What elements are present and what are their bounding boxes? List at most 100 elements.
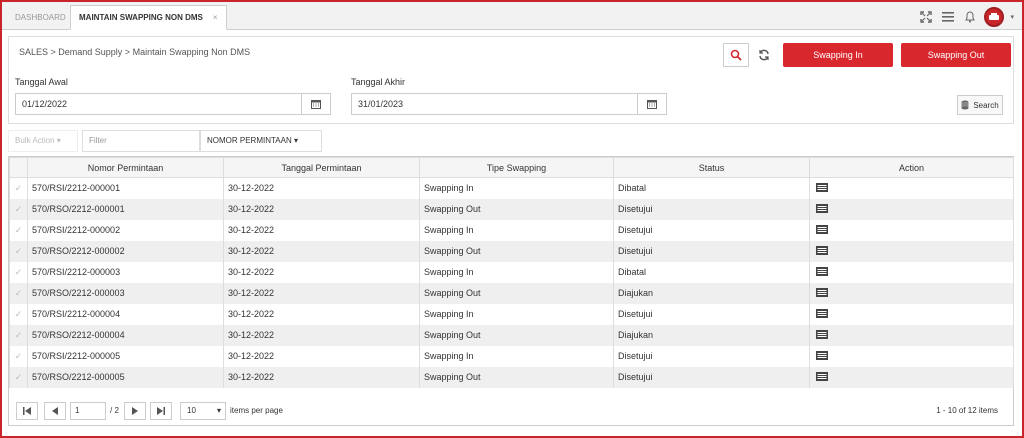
cell-tipe: Swapping In bbox=[419, 219, 614, 241]
chevron-down-icon[interactable]: ▾ bbox=[1010, 13, 1014, 21]
row-checkbox[interactable]: ✓ bbox=[9, 261, 28, 283]
column-header-tipe[interactable]: Tipe Swapping bbox=[419, 157, 614, 178]
table-row[interactable]: ✓ 570/RSO/2212-000002 30-12-2022 Swapping O… bbox=[9, 240, 1014, 262]
per-page-select[interactable]: 10 ▾ bbox=[180, 402, 226, 420]
row-action[interactable] bbox=[809, 324, 1014, 346]
cell-status: Disetujui bbox=[613, 240, 810, 262]
list-detail-icon[interactable] bbox=[816, 371, 828, 381]
cell-nomor: 570/RSI/2212-000004 bbox=[27, 303, 224, 325]
row-checkbox[interactable]: ✓ bbox=[9, 345, 28, 367]
end-date-input[interactable]: 31/01/2023 bbox=[351, 93, 639, 115]
row-action[interactable] bbox=[809, 177, 1014, 199]
last-page-button[interactable] bbox=[150, 402, 172, 420]
next-page-icon bbox=[132, 407, 138, 415]
cell-status: Disetujui bbox=[613, 345, 810, 367]
chevron-down-icon: ▾ bbox=[216, 406, 221, 415]
list-detail-icon[interactable] bbox=[816, 245, 828, 255]
items-summary: 1 - 10 of 12 items bbox=[936, 406, 998, 415]
table-row[interactable]: ✓ 570/RSO/2212-000004 30-12-2022 Swapping O… bbox=[9, 324, 1014, 346]
data-grid: Nomor Permintaan Tanggal Permintaan Tipe… bbox=[8, 156, 1014, 426]
list-detail-icon[interactable] bbox=[816, 308, 828, 318]
hamburger-icon[interactable] bbox=[940, 9, 956, 25]
prev-page-button[interactable] bbox=[44, 402, 66, 420]
end-date-label: Tanggal Akhir bbox=[351, 77, 406, 87]
row-checkbox[interactable]: ✓ bbox=[9, 198, 28, 220]
list-detail-icon[interactable] bbox=[816, 350, 828, 360]
cell-status: Diajukan bbox=[613, 282, 810, 304]
bell-icon[interactable] bbox=[962, 9, 978, 25]
search-submit-button[interactable]: Search bbox=[957, 95, 1003, 115]
next-page-button[interactable] bbox=[124, 402, 146, 420]
cell-tanggal: 30-12-2022 bbox=[223, 198, 420, 220]
cell-tipe: Swapping In bbox=[419, 345, 614, 367]
row-action[interactable] bbox=[809, 366, 1014, 388]
tab-maintain-swapping[interactable]: MAINTAIN SWAPPING NON DMS × bbox=[70, 5, 227, 30]
first-page-button[interactable] bbox=[16, 402, 38, 420]
top-icons: ▾ bbox=[918, 7, 1014, 27]
swapping-out-button[interactable]: Swapping Out bbox=[901, 43, 1011, 67]
swapping-in-button[interactable]: Swapping In bbox=[783, 43, 893, 67]
first-page-icon bbox=[23, 407, 31, 415]
list-detail-icon[interactable] bbox=[816, 224, 828, 234]
calendar-icon bbox=[647, 100, 657, 109]
list-detail-icon[interactable] bbox=[816, 329, 828, 339]
breadcrumb: SALES > Demand Supply > Maintain Swappin… bbox=[19, 47, 251, 57]
column-header-tanggal[interactable]: Tanggal Permintaan bbox=[223, 157, 420, 178]
row-action[interactable] bbox=[809, 219, 1014, 241]
row-checkbox[interactable]: ✓ bbox=[9, 177, 28, 199]
cell-tipe: Swapping Out bbox=[419, 240, 614, 262]
row-action[interactable] bbox=[809, 261, 1014, 283]
filter-field-dropdown[interactable]: NOMOR PERMINTAAN ▾ bbox=[200, 130, 322, 152]
filter-panel: SALES > Demand Supply > Maintain Swappin… bbox=[8, 36, 1014, 124]
cell-tipe: Swapping Out bbox=[419, 324, 614, 346]
avatar[interactable] bbox=[984, 7, 1005, 27]
database-search-icon bbox=[961, 100, 969, 110]
row-action[interactable] bbox=[809, 198, 1014, 220]
page-number-input[interactable]: 1 bbox=[70, 402, 106, 420]
list-detail-icon[interactable] bbox=[816, 266, 828, 276]
cell-tipe: Swapping In bbox=[419, 177, 614, 199]
row-action[interactable] bbox=[809, 345, 1014, 367]
end-date-calendar-button[interactable] bbox=[637, 93, 667, 115]
cell-nomor: 570/RSO/2212-000005 bbox=[27, 366, 224, 388]
row-checkbox[interactable]: ✓ bbox=[9, 366, 28, 388]
list-detail-icon[interactable] bbox=[816, 182, 828, 192]
list-detail-icon[interactable] bbox=[816, 203, 828, 213]
column-header-action: Action bbox=[809, 157, 1014, 178]
column-header-nomor[interactable]: Nomor Permintaan bbox=[27, 157, 224, 178]
cell-tanggal: 30-12-2022 bbox=[223, 345, 420, 367]
table-row[interactable]: ✓ 570/RSI/2212-000001 30-12-2022 Swapping I… bbox=[9, 177, 1014, 199]
search-button[interactable] bbox=[723, 43, 749, 67]
tab-dashboard[interactable]: DASHBOARD bbox=[6, 5, 75, 30]
column-header-status[interactable]: Status bbox=[613, 157, 810, 178]
row-checkbox[interactable]: ✓ bbox=[9, 303, 28, 325]
prev-page-icon bbox=[52, 407, 58, 415]
tab-maintain-swapping-label: MAINTAIN SWAPPING NON DMS bbox=[79, 13, 203, 22]
table-row[interactable]: ✓ 570/RSO/2212-000001 30-12-2022 Swapping O… bbox=[9, 198, 1014, 220]
start-date-calendar-button[interactable] bbox=[301, 93, 331, 115]
row-checkbox[interactable]: ✓ bbox=[9, 282, 28, 304]
row-checkbox[interactable]: ✓ bbox=[9, 219, 28, 241]
row-checkbox[interactable]: ✓ bbox=[9, 240, 28, 262]
expand-icon[interactable] bbox=[918, 9, 934, 25]
bulk-action-dropdown[interactable]: Bulk Action ▾ bbox=[8, 130, 78, 152]
list-detail-icon[interactable] bbox=[816, 287, 828, 297]
select-column-header bbox=[9, 157, 28, 178]
cell-nomor: 570/RSI/2212-000001 bbox=[27, 177, 224, 199]
table-row[interactable]: ✓ 570/RSI/2212-000003 30-12-2022 Swapping I… bbox=[9, 261, 1014, 283]
row-action[interactable] bbox=[809, 240, 1014, 262]
table-row[interactable]: ✓ 570/RSI/2212-000004 30-12-2022 Swapping I… bbox=[9, 303, 1014, 325]
table-row[interactable]: ✓ 570/RSI/2212-000002 30-12-2022 Swapping I… bbox=[9, 219, 1014, 241]
cell-tanggal: 30-12-2022 bbox=[223, 366, 420, 388]
row-action[interactable] bbox=[809, 282, 1014, 304]
close-icon[interactable]: × bbox=[213, 13, 218, 22]
table-row[interactable]: ✓ 570/RSI/2212-000005 30-12-2022 Swapping I… bbox=[9, 345, 1014, 367]
filter-input[interactable]: Filter bbox=[82, 130, 200, 152]
table-row[interactable]: ✓ 570/RSO/2212-000005 30-12-2022 Swapping O… bbox=[9, 366, 1014, 388]
row-action[interactable] bbox=[809, 303, 1014, 325]
cell-tanggal: 30-12-2022 bbox=[223, 219, 420, 241]
start-date-input[interactable]: 01/12/2022 bbox=[15, 93, 303, 115]
refresh-button[interactable] bbox=[751, 43, 777, 67]
table-row[interactable]: ✓ 570/RSO/2212-000003 30-12-2022 Swapping O… bbox=[9, 282, 1014, 304]
row-checkbox[interactable]: ✓ bbox=[9, 324, 28, 346]
